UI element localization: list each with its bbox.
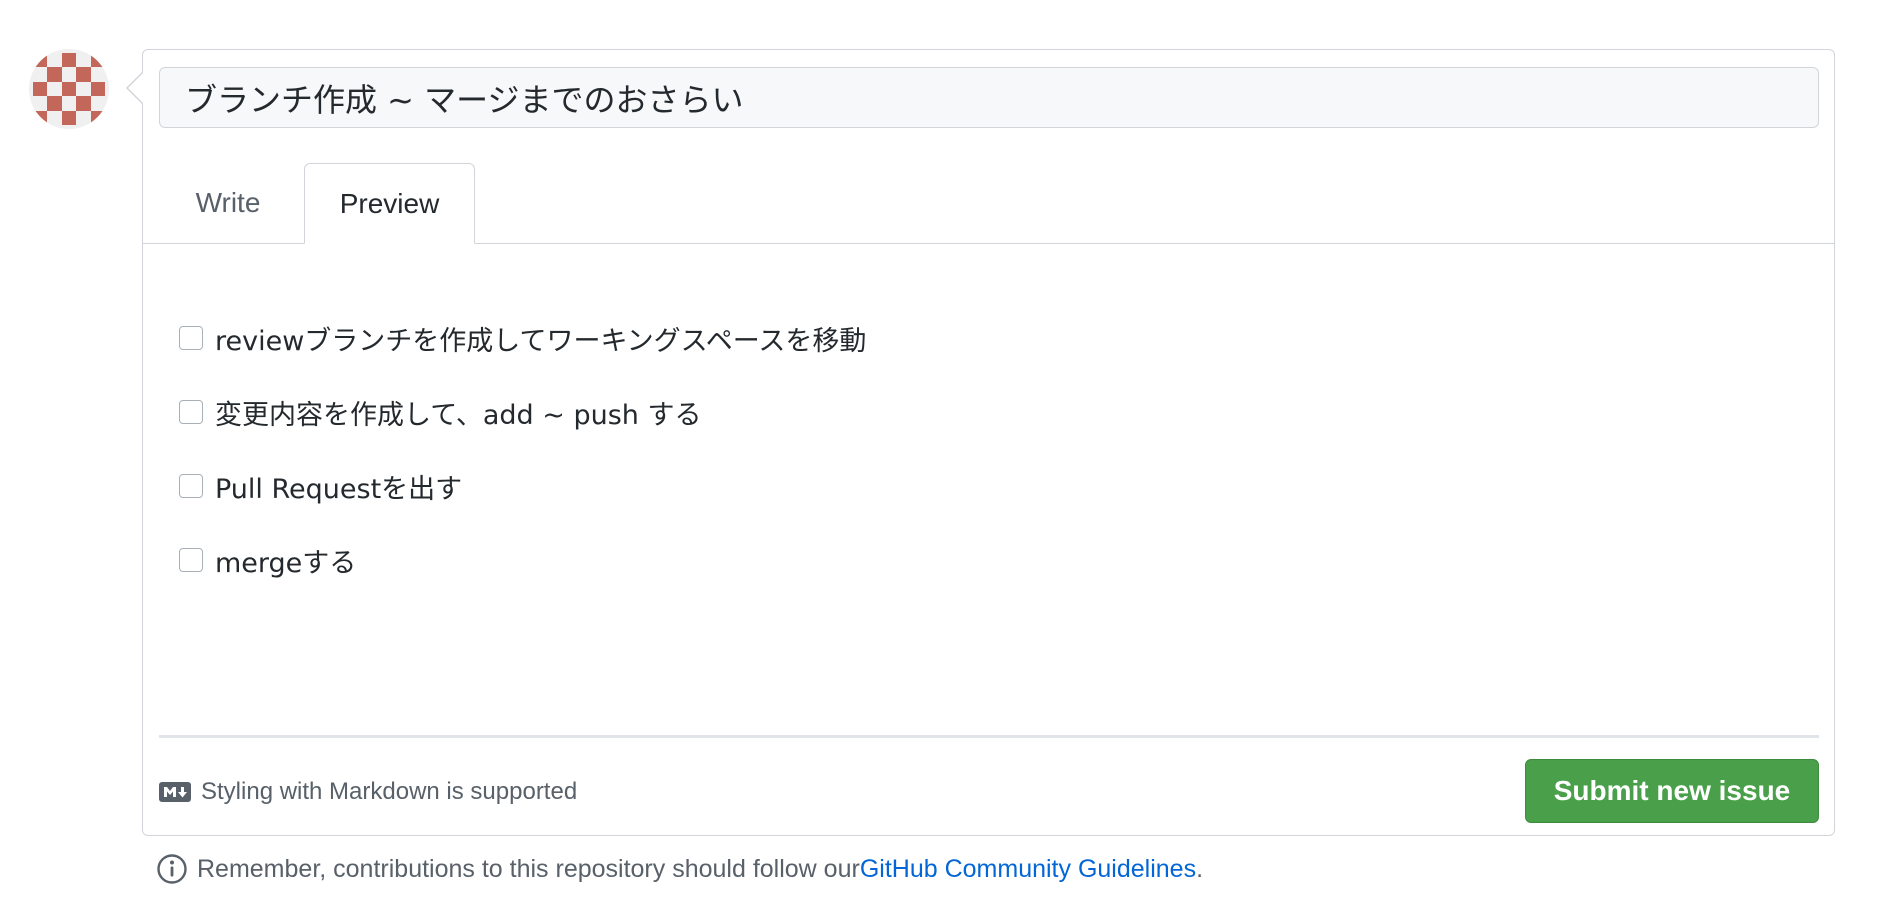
task-list-item: reviewブランチを作成してワーキングスペースを移動 bbox=[179, 318, 866, 358]
community-guidelines-link[interactable]: GitHub Community Guidelines bbox=[860, 855, 1196, 884]
task-checkbox[interactable] bbox=[179, 474, 203, 498]
submit-new-issue-button[interactable]: Submit new issue bbox=[1525, 759, 1819, 823]
task-label: 変更内容を作成して、add ~ push する bbox=[215, 399, 702, 431]
tab-preview[interactable]: Preview bbox=[304, 163, 475, 244]
task-checkbox[interactable] bbox=[179, 400, 203, 424]
issue-title-input[interactable] bbox=[159, 67, 1819, 128]
new-issue-form: Write Preview reviewブランチを作成してワーキングスペースを移… bbox=[126, 49, 1835, 836]
task-list-item: mergeする bbox=[179, 540, 356, 580]
task-checkbox[interactable] bbox=[179, 326, 203, 350]
divider bbox=[159, 735, 1819, 738]
markdown-note-text: Styling with Markdown is supported bbox=[201, 778, 578, 805]
contribution-notice: Remember, contributions to this reposito… bbox=[156, 853, 1203, 885]
notice-suffix: . bbox=[1196, 854, 1204, 883]
task-list-item: 変更内容を作成して、add ~ push する bbox=[179, 392, 701, 432]
task-label: mergeする bbox=[215, 547, 357, 579]
editor-tabs: Write Preview bbox=[143, 163, 1834, 244]
notice-text: Remember, contributions to this reposito… bbox=[197, 854, 860, 883]
task-list-item: Pull Requestを出す bbox=[179, 466, 462, 506]
info-icon bbox=[157, 854, 187, 884]
task-label: Pull Requestを出す bbox=[215, 473, 463, 505]
task-label: reviewブランチを作成してワーキングスペースを移動 bbox=[215, 325, 867, 357]
tab-write[interactable]: Write bbox=[160, 163, 296, 243]
identicon bbox=[33, 53, 105, 125]
task-checkbox[interactable] bbox=[179, 548, 203, 572]
markdown-icon bbox=[159, 782, 191, 802]
avatar[interactable] bbox=[29, 49, 109, 129]
markdown-note[interactable]: Styling with Markdown is supported bbox=[159, 778, 577, 806]
